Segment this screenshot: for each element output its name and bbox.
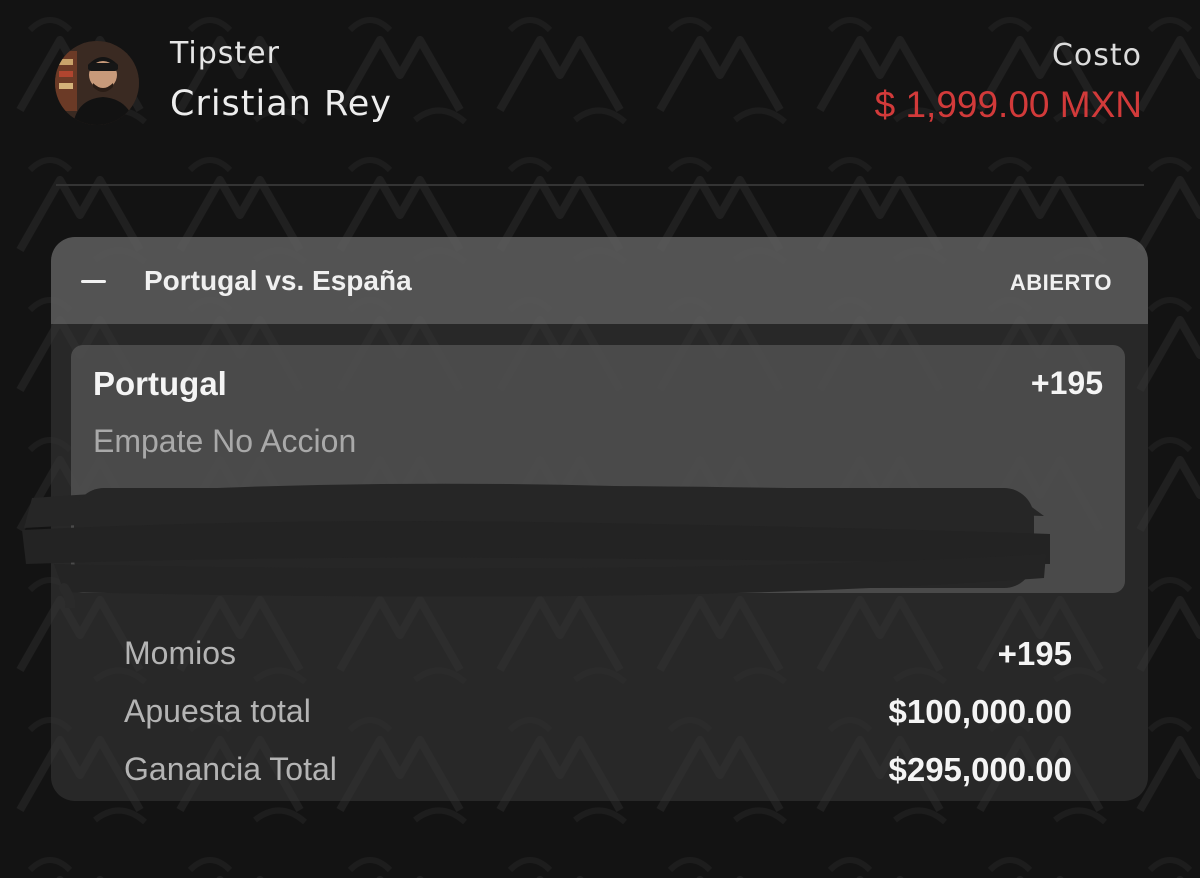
tipster-avatar[interactable]	[55, 41, 139, 125]
cost-value: $ 1,999.00 MXN	[874, 84, 1142, 125]
pick-market: Empate No Accion	[93, 423, 357, 459]
user-photo-icon	[55, 41, 139, 125]
status-badge: ABIERTO	[1009, 270, 1112, 295]
pick-odds: +195	[1030, 365, 1103, 401]
cost-label: Costo	[1051, 38, 1142, 73]
summary-label-profit: Ganancia Total	[124, 751, 337, 787]
summary-label-odds: Momios	[124, 635, 237, 671]
header-divider	[56, 184, 1144, 186]
summary-value-odds: +195	[997, 635, 1072, 672]
tipster-label: Tipster	[170, 36, 280, 71]
tipster-name: Cristian Rey	[170, 84, 392, 124]
match-title: Portugal vs. España	[144, 265, 412, 296]
summary-value-profit: $295,000.00	[888, 751, 1072, 788]
pick-team: Portugal	[93, 365, 227, 402]
bet-card-header[interactable]: Portugal vs. España ABIERTO	[51, 237, 1148, 324]
redaction-scribble	[22, 483, 1050, 608]
summary-value-stake: $100,000.00	[888, 693, 1072, 730]
summary-label-stake: Apuesta total	[124, 693, 311, 729]
minus-icon[interactable]	[81, 280, 106, 283]
